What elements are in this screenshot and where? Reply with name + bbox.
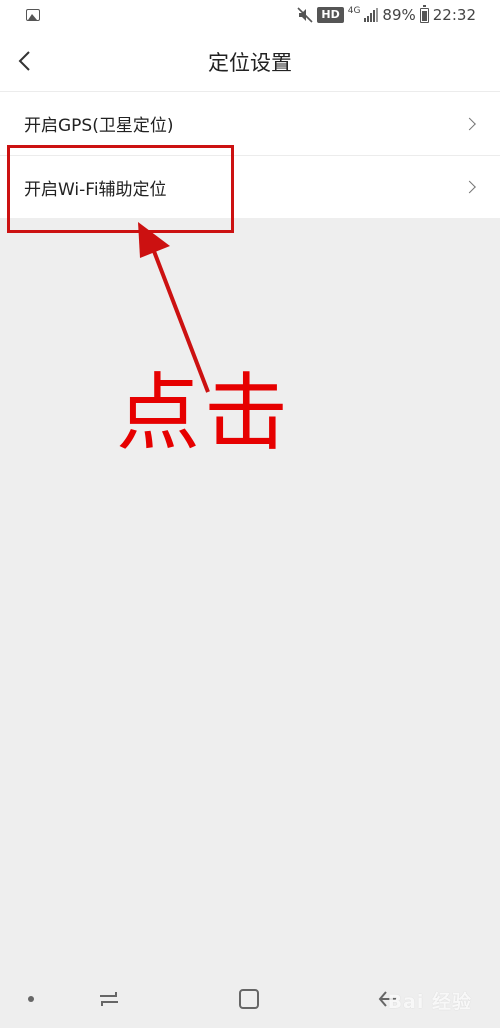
clock: 22:32 xyxy=(432,6,476,24)
settings-list: 开启GPS(卫星定位) 开启Wi-Fi辅助定位 xyxy=(0,92,500,218)
header: 定位设置 xyxy=(0,30,500,92)
navigation-bar: Bai 经验 xyxy=(0,972,500,1028)
home-icon[interactable] xyxy=(238,988,260,1010)
hd-badge: HD xyxy=(317,7,344,23)
chevron-right-icon xyxy=(463,117,476,130)
list-item-wifi-assist[interactable]: 开启Wi-Fi辅助定位 xyxy=(0,155,500,218)
signal-icon xyxy=(364,8,379,22)
battery-percent: 89% xyxy=(382,6,416,24)
watermark: Bai 经验 xyxy=(387,991,472,1013)
chevron-right-icon xyxy=(463,180,476,194)
status-bar: HD 4G 89% 22:32 xyxy=(0,0,500,30)
mute-icon xyxy=(297,7,313,23)
annotation-label: 点击 xyxy=(116,364,293,462)
back-icon[interactable] xyxy=(376,988,398,1010)
status-indicators: HD 4G 89% 22:32 xyxy=(297,4,476,26)
list-item-gps[interactable]: 开启GPS(卫星定位) xyxy=(0,92,500,155)
page-title: 定位设置 xyxy=(208,51,292,75)
image-notification-icon xyxy=(26,9,40,21)
list-item-label: 开启Wi-Fi辅助定位 xyxy=(24,179,167,200)
nav-dot-icon[interactable] xyxy=(28,996,34,1002)
network-type-label: 4G xyxy=(347,5,361,16)
recents-icon[interactable] xyxy=(96,988,122,1010)
battery-icon xyxy=(419,4,429,23)
list-item-label: 开启GPS(卫星定位) xyxy=(24,116,174,136)
